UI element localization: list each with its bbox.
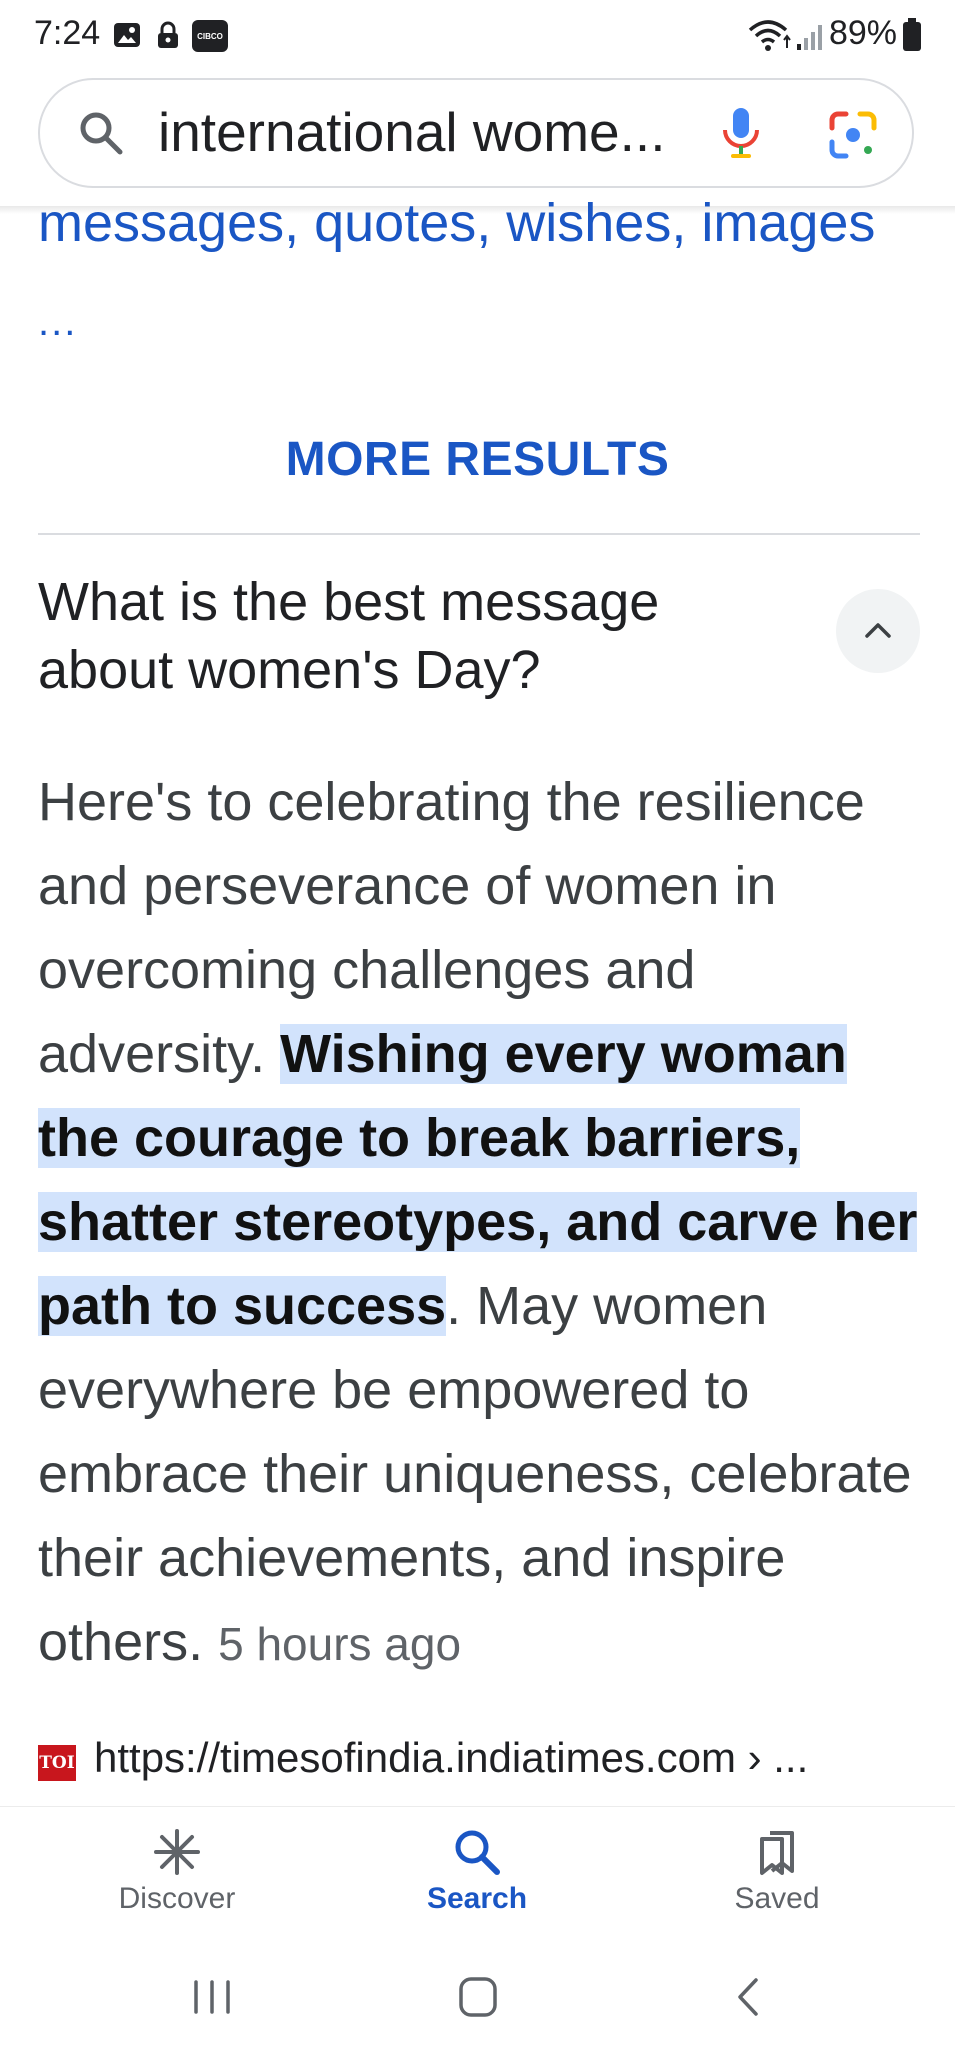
home-icon[interactable] [458,1976,498,2018]
source-url-link[interactable]: https://timesofindia.indiatimes.com › ..… [94,1734,808,1782]
divider [38,533,920,535]
nav-saved-label: Saved [734,1882,820,1915]
back-icon[interactable] [732,1976,762,2018]
search-icon [80,112,123,155]
battery-icon [903,18,921,51]
answer-timestamp: 5 hours ago [218,1618,462,1670]
recent-apps-icon[interactable] [190,1978,234,2016]
nav-search[interactable]: Search [377,1827,577,1916]
battery-percent: 89% [828,14,897,52]
bookmarks-icon [760,1831,794,1875]
source-logo: TOI [38,1745,76,1781]
previous-result-ellipsis[interactable]: ... [38,300,77,345]
chevron-up-icon [865,623,891,638]
gallery-icon [114,23,140,47]
carrier-badge-label: CIBCO [197,31,223,41]
wifi-icon [748,20,791,51]
search-input[interactable]: international wome... [158,100,666,164]
nav-discover[interactable]: Discover [77,1827,277,1916]
discover-icon [154,1829,200,1875]
microphone-icon[interactable] [718,106,764,162]
nav-discover-label: Discover [118,1882,236,1915]
nav-search-label: Search [426,1882,528,1915]
system-nav-bar [0,1940,955,2048]
faq-question[interactable]: What is the best message about women's D… [38,568,798,704]
search-icon [455,1830,500,1875]
faq-answer: Here's to celebrating the resilience and… [38,760,918,1686]
status-time: 7:24 [34,14,101,52]
carrier-badge: CIBCO [192,20,228,52]
previous-result-title[interactable]: messages, quotes, wishes, images [38,192,875,254]
collapse-button[interactable] [836,589,920,673]
google-lens-icon[interactable] [828,110,878,160]
more-results-button[interactable]: MORE RESULTS [0,432,955,487]
signal-icon [797,25,822,50]
nav-saved[interactable]: Saved [677,1827,877,1916]
lock-icon [158,21,178,48]
